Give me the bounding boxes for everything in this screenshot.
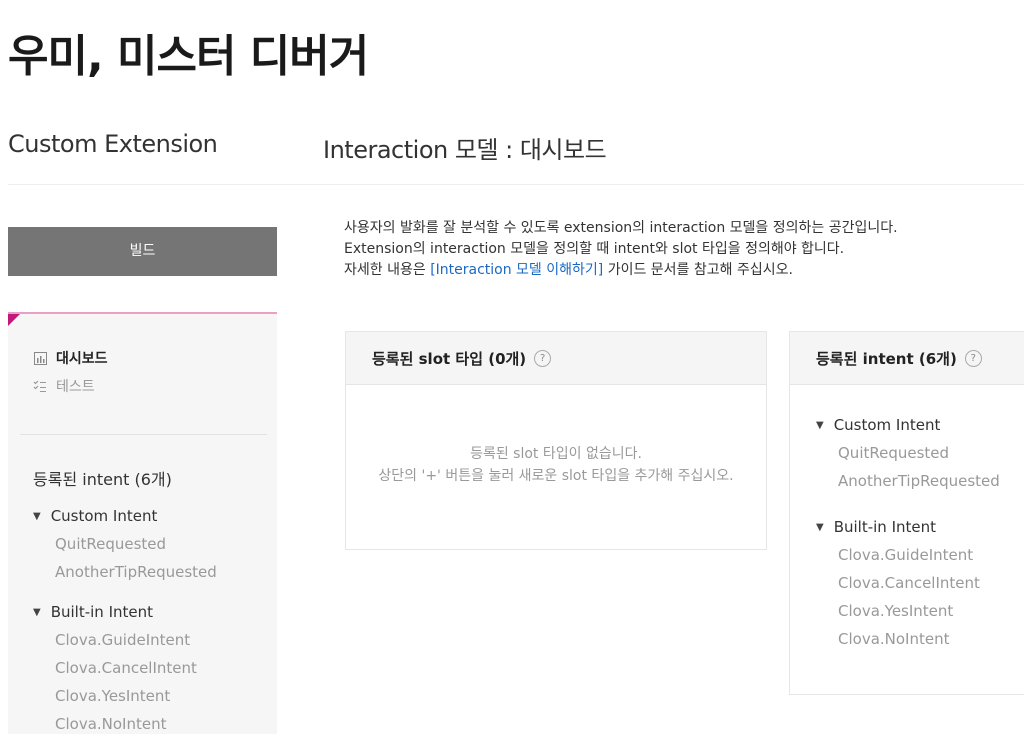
description-text: 자세한 내용은 — [344, 262, 431, 278]
slot-card-title: 등록된 slot 타입 (0개) — [372, 349, 527, 368]
triangle-down-icon: ▼ — [816, 521, 824, 533]
description: 사용자의 발화를 잘 분석할 수 있도록 extension의 interact… — [344, 218, 898, 281]
header-divider — [8, 184, 1024, 185]
group-label: Custom Intent — [833, 416, 941, 434]
triangle-down-icon: ▼ — [33, 606, 41, 618]
intent-card: 등록된 intent (6개) ? ▼ Custom Intent QuitRe… — [789, 331, 1024, 695]
build-button[interactable]: 빌드 — [8, 227, 277, 276]
slot-card-header: 등록된 slot 타입 (0개) ? — [346, 332, 766, 385]
sidebar-accent-corner — [8, 314, 20, 326]
intent-item[interactable]: Clova.CancelIntent — [816, 569, 1024, 597]
help-icon[interactable]: ? — [534, 349, 552, 367]
sidebar-intent-item[interactable]: Clova.NoIntent — [33, 710, 197, 738]
slot-empty-state: 등록된 slot 타입이 없습니다. 상단의 '+' 버튼을 눌러 새로운 sl… — [346, 385, 766, 487]
section-name: Custom Extension — [8, 130, 218, 158]
sidebar-intent-item[interactable]: Clova.CancelIntent — [33, 654, 197, 682]
chart-icon — [33, 351, 47, 365]
guide-link[interactable]: [Interaction 모델 이해하기] — [430, 262, 603, 278]
group-label: Custom Intent — [50, 507, 158, 525]
sidebar: 대시보드 테스트 등록된 intent (6개) ▼ Custom Intent… — [8, 312, 277, 734]
intent-card-title: 등록된 intent (6개) — [816, 349, 957, 368]
group-label: Built-in Intent — [50, 603, 154, 621]
sidebar-divider — [20, 434, 267, 435]
intent-item[interactable]: Clova.YesIntent — [816, 597, 1024, 625]
group-toggle-builtin[interactable]: ▼ Built-in Intent — [816, 513, 1024, 541]
empty-message: 등록된 slot 타입이 없습니다. — [470, 446, 642, 462]
intent-item[interactable]: QuitRequested — [816, 439, 1024, 467]
intent-item[interactable]: Clova.NoIntent — [816, 625, 1024, 653]
sidebar-item-label: 테스트 — [56, 379, 95, 395]
intent-list: ▼ Custom Intent QuitRequested AnotherTip… — [790, 385, 1024, 653]
description-line: Extension의 interaction 모델을 정의할 때 intent와… — [344, 241, 845, 257]
sidebar-intent-item[interactable]: QuitRequested — [33, 530, 217, 558]
description-text: 가이드 문서를 참고해 주십시오. — [603, 262, 793, 278]
group-toggle-custom[interactable]: ▼ Custom Intent — [33, 502, 217, 530]
app-title: 우미, 미스터 디버거 — [8, 31, 369, 82]
intent-item[interactable]: AnotherTipRequested — [816, 467, 1024, 495]
empty-hint: 상단의 '+' 버튼을 눌러 새로운 slot 타입을 추가해 주십시오. — [378, 468, 734, 484]
slot-type-card: 등록된 slot 타입 (0개) ? 등록된 slot 타입이 없습니다. 상단… — [345, 331, 767, 550]
triangle-down-icon: ▼ — [816, 419, 824, 431]
sidebar-item-test[interactable]: 테스트 — [33, 376, 95, 396]
group-toggle-builtin[interactable]: ▼ Built-in Intent — [33, 598, 197, 626]
description-line: 사용자의 발화를 잘 분석할 수 있도록 extension의 interact… — [344, 220, 898, 236]
intent-card-header: 등록된 intent (6개) ? — [790, 332, 1024, 385]
intent-item[interactable]: Clova.GuideIntent — [816, 541, 1024, 569]
group-toggle-custom[interactable]: ▼ Custom Intent — [816, 411, 1024, 439]
sidebar-intent-item[interactable]: Clova.YesIntent — [33, 682, 197, 710]
sidebar-intent-item[interactable]: AnotherTipRequested — [33, 558, 217, 586]
group-label: Built-in Intent — [833, 518, 937, 536]
sidebar-group-custom: ▼ Custom Intent QuitRequested AnotherTip… — [33, 502, 217, 586]
sidebar-group-builtin: ▼ Built-in Intent Clova.GuideIntent Clov… — [33, 598, 197, 738]
sidebar-item-dashboard[interactable]: 대시보드 — [33, 348, 108, 368]
intent-group-builtin: ▼ Built-in Intent Clova.GuideIntent Clov… — [816, 513, 1024, 653]
help-icon[interactable]: ? — [964, 349, 982, 367]
checklist-icon — [33, 379, 47, 393]
sidebar-intent-item[interactable]: Clova.GuideIntent — [33, 626, 197, 654]
intent-group-custom: ▼ Custom Intent QuitRequested AnotherTip… — [816, 411, 1024, 495]
triangle-down-icon: ▼ — [33, 510, 41, 522]
sidebar-intents-title: 등록된 intent (6개) — [33, 470, 172, 489]
sidebar-item-label: 대시보드 — [56, 351, 108, 367]
description-line: 자세한 내용은 [Interaction 모델 이해하기] 가이드 문서를 참고… — [344, 260, 898, 281]
page-title: Interaction 모델 : 대시보드 — [323, 136, 607, 164]
